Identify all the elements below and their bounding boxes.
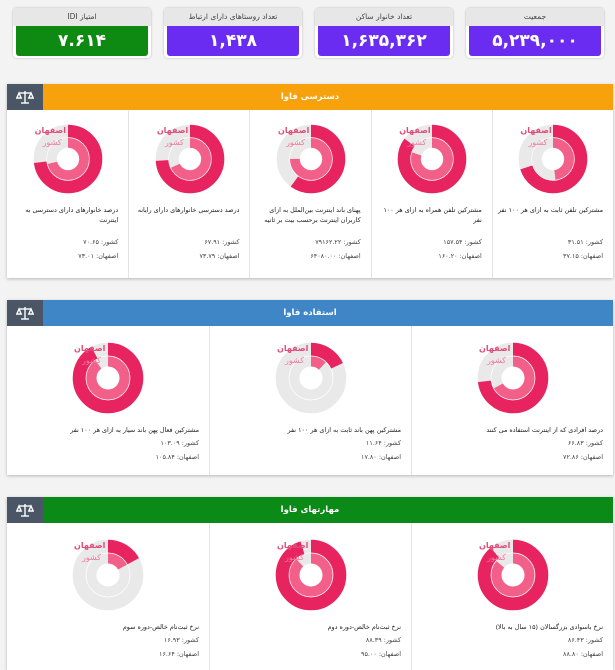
indicator-title: نرخ ثبت‌نام خالص-دوره سوم bbox=[122, 623, 199, 631]
province-value: اصفهان: ۸۸.۸۰ bbox=[563, 649, 603, 658]
province-value: اصفهان: ۱۰۵.۸۴ bbox=[155, 452, 199, 461]
province-value: اصفهان: ۶۴۰۸۰.۰۰ bbox=[310, 251, 361, 260]
scale-icon bbox=[7, 84, 43, 110]
kpi-title: امتیاز IDI bbox=[13, 8, 151, 26]
section-panel: دسترسی فاوا اصفهان کشور مشترکین تلفن ثابت ب… bbox=[7, 84, 613, 278]
country-value: کشور: ۱۶.۹۳ bbox=[163, 635, 199, 644]
kpi-value: ۱,۶۳۵,۳۶۲ bbox=[318, 26, 450, 56]
country-value: کشور: ۸۶.۴۳ bbox=[567, 635, 603, 644]
country-value: کشور: ۷۰.۶۵ bbox=[83, 237, 119, 246]
kpi-row: جمعیت ۵,۲۳۹,۰۰۰ تعداد خانوار ساکن ۱,۶۳۵,… bbox=[13, 8, 604, 58]
section-cards: اصفهان کشور درصد افرادی که از اینترنت استف… bbox=[7, 326, 613, 475]
indicator-title: مشترکین فعال پهن باند سیار به ازای هر ۱۰… bbox=[70, 426, 199, 434]
legend-primary-label: اصفهان bbox=[278, 126, 310, 135]
section-title: استفاده فاوا bbox=[283, 308, 337, 318]
legend-primary-label: اصفهان bbox=[74, 344, 106, 353]
legend-secondary-label: کشور bbox=[487, 356, 506, 365]
province-value: اصفهان: ۱۷.۸۰ bbox=[361, 452, 401, 461]
kpi-value: ۵,۲۳۹,۰۰۰ bbox=[469, 26, 601, 56]
indicator-title: درصد دسترسی خانوارهای دارای رایانه bbox=[137, 206, 240, 214]
legend-primary-label: اصفهان bbox=[399, 126, 431, 135]
legend-primary-label: اصفهان bbox=[520, 126, 552, 135]
legend-secondary-label: کشور bbox=[82, 356, 101, 365]
legend-primary-label: اصفهان bbox=[34, 126, 66, 135]
legend-primary-label: اصفهان bbox=[277, 344, 309, 353]
kpi-value: ۱,۴۳۸ bbox=[167, 26, 299, 56]
scale-icon bbox=[7, 497, 43, 523]
indicator-card[interactable]: اصفهان کشور نرخ ثبت‌نام خالص-دوره سوم کشور:… bbox=[7, 523, 209, 670]
indicator-title: نرخ ثبت‌نام خالص-دوره دوم bbox=[327, 623, 401, 631]
indicator-title: نرخ باسوادی بزرگسالان (۱۵ سال به بالا) bbox=[495, 623, 603, 631]
legend-primary-label: اصفهان bbox=[156, 126, 189, 135]
country-value: کشور: ۱۵۷.۵۴ bbox=[443, 237, 482, 246]
kpi-card-idi-score: امتیاز IDI ۷.۶۱۴ bbox=[13, 8, 151, 58]
section-title: دسترسی فاوا bbox=[280, 92, 340, 102]
legend-secondary-label: کشور bbox=[285, 356, 304, 365]
section-header: مهارتهای فاوا bbox=[7, 497, 613, 523]
indicator-card[interactable]: اصفهان کشور درصد دسترسی خانوارهای دارای را… bbox=[128, 110, 249, 278]
donut-inner-ring bbox=[86, 356, 130, 400]
legend-secondary-label: کشور bbox=[164, 138, 184, 147]
indicator-card[interactable]: اصفهان کشور نرخ ثبت‌نام خالص-دوره دوم کشور:… bbox=[209, 523, 411, 670]
kpi-title: تعداد روستاهای دارای ارتباط bbox=[164, 8, 302, 26]
country-value: کشور: ۶۷.۹۱ bbox=[204, 237, 240, 246]
legend-primary-label: اصفهان bbox=[277, 541, 309, 550]
kpi-title: جمعیت bbox=[466, 8, 604, 26]
indicator-card[interactable]: اصفهان کشور درصد افرادی که از اینترنت استف… bbox=[411, 326, 613, 475]
indicator-card[interactable]: اصفهان کشور مشترکین پهن باند ثابت به ازای … bbox=[209, 326, 411, 475]
legend-secondary-label: کشور bbox=[285, 553, 304, 562]
indicator-title: مشترکین تلفن ثابت به ازای هر ۱۰۰ نفر bbox=[497, 206, 603, 214]
legend-secondary-label: کشور bbox=[42, 138, 62, 147]
legend-secondary-label: کشور bbox=[286, 138, 305, 147]
scale-icon bbox=[7, 300, 43, 326]
province-value: اصفهان: ۷۳.۰۱ bbox=[78, 251, 119, 260]
kpi-value: ۷.۶۱۴ bbox=[16, 26, 148, 56]
indicator-card[interactable]: اصفهان کشور مشترکین تلفن ثابت به ازای هر ۱… bbox=[491, 110, 613, 278]
legend-primary-label: اصفهان bbox=[74, 541, 106, 550]
indicator-card[interactable]: اصفهان کشور مشترکین تلفن همراه به ازای هر … bbox=[370, 110, 492, 278]
legend-primary-label: اصفهان bbox=[479, 541, 511, 550]
indicator-card[interactable]: اصفهان کشور درصد خانوارهای دارای دسترسی به… bbox=[7, 110, 128, 278]
country-value: کشور: ۶۶.۸۳ bbox=[567, 438, 603, 447]
donut-inner-ring bbox=[289, 553, 333, 597]
country-value: کشور: ۱۰۳.۰۹ bbox=[160, 438, 199, 447]
kpi-card-population: جمعیت ۵,۲۳۹,۰۰۰ bbox=[466, 8, 604, 58]
legend-secondary-label: کشور bbox=[528, 138, 548, 147]
section-header: دسترسی فاوا bbox=[7, 84, 613, 110]
province-value: اصفهان: ۹۵.۰۰ bbox=[361, 649, 401, 658]
province-value: اصفهان: ۱۶۰.۲۰ bbox=[438, 251, 482, 260]
section-title: مهارتهای فاوا bbox=[280, 505, 340, 515]
province-value: اصفهان: ۷۲.۸۶ bbox=[563, 452, 603, 461]
legend-secondary-label: کشور bbox=[407, 138, 427, 147]
indicator-title: پهنای باند اینترنت بین‌الملل به ازای کار… bbox=[264, 206, 361, 224]
legend-secondary-label: کشور bbox=[82, 553, 101, 562]
country-value: کشور: ۳۱.۵۱ bbox=[567, 237, 603, 246]
indicator-card[interactable]: اصفهان کشور پهنای باند اینترنت بین‌الملل ب… bbox=[249, 110, 370, 278]
country-value: کشور: ۱۱.۶۴ bbox=[365, 438, 401, 447]
indicator-title: مشترکین پهن باند ثابت به ازای هر ۱۰۰ نفر bbox=[287, 426, 402, 434]
section-cards: اصفهان کشور مشترکین تلفن ثابت به ازای هر ۱… bbox=[7, 110, 613, 278]
indicator-title: مشترکین تلفن همراه به ازای هر ۱۰۰ نفر bbox=[383, 206, 482, 224]
indicator-card[interactable]: اصفهان کشور نرخ باسوادی بزرگسالان (۱۵ سال … bbox=[411, 523, 613, 670]
legend-primary-label: اصفهان bbox=[479, 344, 511, 353]
legend-secondary-label: کشور bbox=[487, 553, 506, 562]
kpi-title: تعداد خانوار ساکن bbox=[315, 8, 453, 26]
country-value: کشور: ۸۸.۳۹ bbox=[365, 635, 401, 644]
province-value: اصفهان: ۱۶.۶۴ bbox=[159, 649, 199, 658]
section-panel: مهارتهای فاوا اصفهان کشور نرخ باسوادی بزرگس… bbox=[7, 497, 613, 670]
indicator-title: درصد افرادی که از اینترنت استفاده می کنن… bbox=[486, 426, 603, 434]
kpi-card-connected-villages: تعداد روستاهای دارای ارتباط ۱,۴۳۸ bbox=[164, 8, 302, 58]
indicator-title: درصد خانوارهای دارای دسترسی به اینترنت bbox=[25, 206, 119, 224]
kpi-card-households: تعداد خانوار ساکن ۱,۶۳۵,۳۶۲ bbox=[315, 8, 453, 58]
province-value: اصفهان: ۷۳.۷۹ bbox=[199, 251, 240, 260]
section-panel: استفاده فاوا اصفهان کشور درصد افرادی که از … bbox=[7, 300, 613, 475]
country-value: کشور: ۷۹۱۶۲.۲۲ bbox=[315, 237, 361, 246]
section-header: استفاده فاوا bbox=[7, 300, 613, 326]
indicator-card[interactable]: اصفهان کشور مشترکین فعال پهن باند سیار به … bbox=[7, 326, 209, 475]
section-cards: اصفهان کشور نرخ باسوادی بزرگسالان (۱۵ سال … bbox=[7, 523, 613, 670]
province-value: اصفهان: ۳۷.۱۵ bbox=[563, 251, 603, 260]
